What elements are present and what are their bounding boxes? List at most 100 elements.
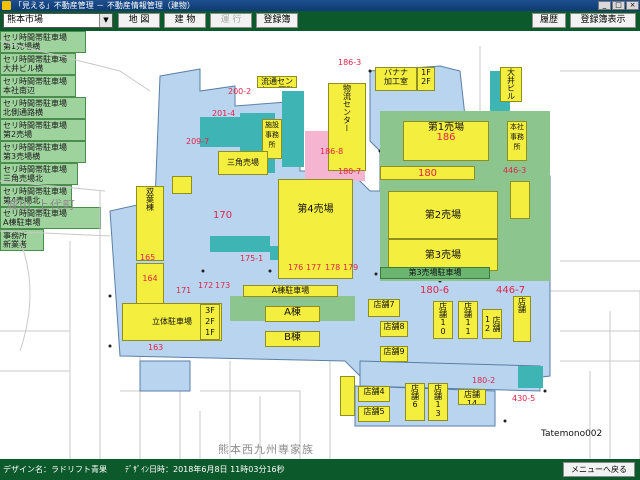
school-label: 熊本西九州専家族 (218, 443, 314, 456)
block-taiyo-label: 大井ビル (506, 68, 516, 100)
design-date: ﾃﾞｻﾞｲﾝ日時：2018年6月8日 11時03分16秒 (125, 465, 285, 474)
store-8-label: 店舗8 (383, 322, 405, 331)
label-200-2: 200-2 (228, 87, 252, 96)
design-name: デザイン名：ラドリフト青果 (3, 465, 107, 474)
return-menu-button[interactable]: メニューへ戻る (563, 462, 635, 477)
block-south-strip[interactable] (340, 376, 355, 416)
history-button[interactable]: 履歴 (532, 13, 566, 28)
chevron-down-icon[interactable]: ▼ (99, 14, 112, 27)
label-177: 177 (306, 263, 322, 272)
block-b-east-label: B棟 (284, 332, 301, 343)
store-6-label: 店舗6 (410, 384, 420, 409)
block-banana-l1: バナナ (384, 68, 408, 77)
site-select[interactable]: 熊本市場 ▼ (3, 13, 113, 28)
store-13[interactable]: 店舗13 (428, 383, 448, 421)
maximize-button[interactable]: □ (612, 1, 625, 10)
city-label: 城山 上代町 (6, 198, 76, 212)
window-title: 「見える」不動産管理 － 不動産情報管理（建物） (14, 1, 195, 10)
teal-strip-west[interactable] (210, 236, 270, 252)
label-180-7: 180-7 (338, 167, 362, 176)
block-taiyo[interactable]: 大井ビル (500, 67, 522, 102)
store-6[interactable]: 店舗6 (405, 383, 425, 421)
block-180[interactable]: 180 (380, 166, 475, 180)
block-honsha[interactable]: 本社 事務所 (507, 121, 527, 161)
label-178: 178 (325, 263, 341, 272)
block-shisetsu-label: 施設 事務所 (265, 121, 279, 149)
label-180: 180 (417, 168, 438, 179)
block-ryutsu-west[interactable]: 流通センター 西駐車場 (257, 76, 297, 88)
label-446-7: 446-7 (496, 285, 526, 296)
label-176: 176 (288, 263, 304, 272)
store-e[interactable]: 店舗 (513, 296, 531, 342)
store-8[interactable]: 店舗8 (380, 321, 408, 337)
app-icon (2, 1, 11, 10)
block-a-parking-label: A棟駐車場 (271, 286, 310, 295)
close-button[interactable]: × (626, 1, 639, 10)
block-tachibana-label: 立体駐車場 (152, 317, 192, 326)
label-180-6: 180-6 (420, 285, 450, 296)
teal-block-se[interactable] (518, 366, 543, 388)
store-11[interactable]: 店舗11 (458, 301, 478, 339)
register-display-button[interactable]: 登録簿表示 (570, 13, 636, 28)
store-4[interactable]: 店舗4 (358, 386, 390, 402)
store-9[interactable]: 店舗9 (380, 346, 408, 362)
label-186-8: 186-8 (320, 147, 344, 156)
block-a-east-label: A棟 (284, 307, 301, 318)
building-button[interactable]: 建 物 (164, 13, 206, 28)
store-14-label: 店舗14 (464, 390, 480, 405)
store-4-label: 店舗4 (363, 387, 385, 396)
store-5[interactable]: 店舗5 (358, 406, 390, 422)
block-banana-l2: 加工室 (384, 77, 408, 86)
label-171: 171 (176, 286, 192, 295)
block-market-2[interactable]: 第2売場 (388, 191, 498, 239)
site-select-value: 熊本市場 (7, 15, 44, 25)
transfer-button[interactable]: 運 行 (210, 13, 252, 28)
teal-block-center[interactable] (282, 91, 304, 167)
store-9-label: 店舗9 (383, 347, 405, 356)
label-170: 170 (213, 210, 233, 221)
block-ryutsu-label: 流通センター 西駐車場 (260, 77, 295, 87)
label-165: 165 (140, 253, 156, 262)
green3-parking[interactable]: 第3売場駐車場 (380, 267, 490, 279)
store-5-label: 店舗5 (363, 407, 385, 416)
store-10[interactable]: 店舗10 (433, 301, 453, 339)
map-button[interactable]: 地 図 (118, 13, 160, 28)
minimize-button[interactable]: _ (598, 1, 611, 10)
label-164: 164 (142, 274, 158, 283)
block-f321[interactable]: 3F 2F 1F (200, 304, 220, 340)
label-179: 179 (343, 263, 359, 272)
store-14[interactable]: 店舗14 (458, 389, 486, 405)
store-7-label: 店舗7 (373, 300, 395, 309)
block-market-4-label: 第4売場 (297, 204, 334, 215)
register-button[interactable]: 登録簿 (256, 13, 298, 28)
green3-label: 第3売場駐車場 (408, 268, 462, 277)
store-13-label: 店舗13 (433, 384, 443, 418)
block-iyo[interactable]: 1F 2F (417, 67, 435, 91)
store-e-label: 店舗 (517, 297, 527, 313)
label-173: 173 (215, 281, 231, 290)
store-12[interactable]: 店舗12 (482, 309, 502, 339)
block-market-2-label: 第2売場 (424, 210, 462, 221)
block-honsha-label: 本社 事務所 (510, 123, 524, 151)
block-b-east[interactable]: B棟 (265, 331, 320, 347)
block-banana[interactable]: バナナ 加工室 (375, 67, 417, 91)
block-center[interactable]: 物流センター (328, 83, 366, 171)
block-market-1-num: 186 (436, 132, 456, 143)
block-sankaku-label: 三角売場 (227, 158, 259, 167)
block-sogo[interactable]: 双葉棟 (136, 186, 164, 261)
label-180-2: 180-2 (472, 376, 496, 385)
block-sankaku[interactable]: 三角売場 (218, 151, 268, 175)
title-bar: 「見える」不動産管理 － 不動産情報管理（建物） _ □ × (0, 0, 640, 11)
store-7[interactable]: 店舗7 (368, 299, 400, 317)
block-small-north[interactable] (172, 176, 192, 194)
block-market-1[interactable]: 第1売場 186 (403, 121, 489, 161)
toolbar: 熊本市場 ▼ 地 図 建 物 運 行 登録簿 履歴 登録簿表示 (0, 11, 640, 31)
block-446-3[interactable] (510, 181, 530, 219)
block-a-east[interactable]: A棟 (265, 306, 320, 322)
block-a-parking[interactable]: A棟駐車場 (243, 285, 338, 297)
site-map[interactable]: 城山 上代町 熊本西九州専家族 流通センター 西駐車場 物流センター 186-8… (0, 31, 640, 459)
status-bar: デザイン名：ラドリフト青果 ﾃﾞｻﾞｲﾝ日時：2018年6月8日 11時03分1… (0, 459, 640, 480)
block-market-3-label: 第3売場 (424, 250, 462, 261)
label-175-1: 175-1 (240, 254, 264, 263)
label-209-7: 209-7 (186, 137, 210, 146)
